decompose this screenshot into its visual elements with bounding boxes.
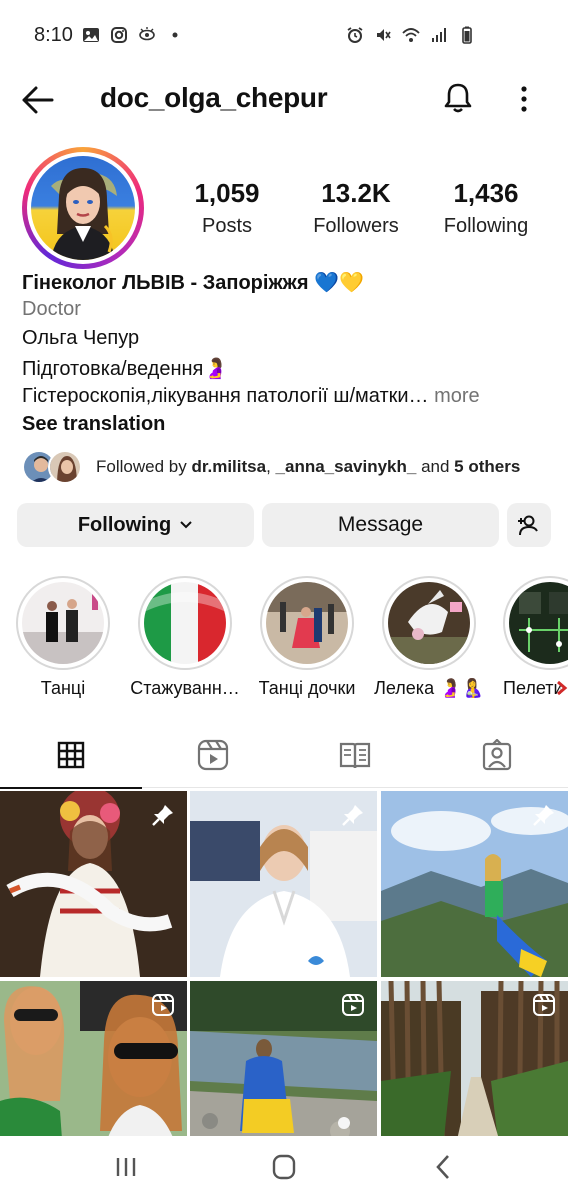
recent-apps-icon[interactable] <box>106 1152 146 1182</box>
bio-more-link[interactable]: more <box>429 385 480 407</box>
follower-avatar-2 <box>48 450 82 484</box>
followed-by-row[interactable]: Followed by dr.militsa, _anna_savinykh_ … <box>22 448 552 488</box>
grid-post-2[interactable] <box>190 791 377 977</box>
followed-by-and: and <box>416 457 455 476</box>
reel-icon <box>533 994 555 1016</box>
status-bar: 8:10 <box>0 0 568 70</box>
followed-by-text: Followed by dr.militsa, _anna_savinykh_ … <box>96 457 520 477</box>
following-button[interactable]: Following <box>17 503 254 547</box>
stat-posts[interactable]: 1,059 Posts <box>186 178 268 238</box>
instagram-icon <box>111 27 127 43</box>
reels-icon <box>197 739 229 771</box>
see-translation-link[interactable]: See translation <box>22 413 165 436</box>
bio-name: Гінеколог ЛЬВІВ - Запоріжжя 💙💛 <box>22 272 364 294</box>
back-nav-icon[interactable] <box>424 1152 464 1182</box>
highlight-label-4: Лелека 🤰🤱 <box>374 678 484 698</box>
grid-post-5[interactable] <box>190 981 377 1145</box>
profile-avatar-story-ring[interactable] <box>22 147 144 269</box>
followed-by-separator: , <box>266 457 276 476</box>
reel-icon <box>152 994 174 1016</box>
arrow-left-icon[interactable] <box>20 84 56 116</box>
pin-icon <box>533 805 554 826</box>
grid-post-1[interactable] <box>0 791 187 977</box>
bio-line-3: Гістероскопія,лікування патології ш/матк… <box>22 385 429 407</box>
posts-count: 1,059 <box>194 178 260 208</box>
suggested-users-button[interactable] <box>507 503 551 547</box>
following-label: Following <box>443 215 529 237</box>
chevron-right-icon <box>557 680 568 696</box>
image-icon <box>83 28 99 42</box>
guide-icon <box>339 742 371 769</box>
add-user-icon <box>518 515 538 536</box>
grid-post-6[interactable] <box>381 981 568 1145</box>
bio-line-2: Підготовка/ведення🤰 <box>22 358 229 380</box>
status-left-icons <box>82 26 184 44</box>
tab-posts-grid[interactable] <box>0 722 142 789</box>
profile-header: doc_olga_chepur <box>0 70 568 130</box>
alarm-icon <box>347 27 363 43</box>
highlight-label-5: Пелети <box>503 678 561 698</box>
highlight-4[interactable]: Лелека 🤰🤱 <box>374 576 484 698</box>
pin-icon <box>152 805 173 826</box>
chevron-down-icon <box>180 521 192 529</box>
status-time: 8:10 <box>34 24 73 46</box>
bell-icon[interactable] <box>440 80 476 116</box>
dot-icon <box>172 32 178 38</box>
wifi-icon <box>402 28 420 42</box>
system-navigation-bar <box>0 1136 568 1200</box>
message-button[interactable]: Message <box>262 503 499 547</box>
followed-by-prefix: Followed by <box>96 457 192 476</box>
followed-by-user-1: dr.militsa <box>191 457 267 476</box>
tab-reels[interactable] <box>142 722 284 788</box>
profile-username: doc_olga_chepur <box>100 82 328 113</box>
avatar <box>31 156 135 260</box>
tab-tagged[interactable] <box>426 722 568 788</box>
stat-followers[interactable]: 13.2K Followers <box>304 178 408 238</box>
kebab-menu-icon[interactable] <box>510 84 538 114</box>
bio-line-1: Ольга Чепур <box>22 327 140 349</box>
highlight-3[interactable]: Танці дочки <box>259 576 355 698</box>
grid-post-3[interactable] <box>381 791 568 977</box>
profile-tabs <box>0 722 568 789</box>
highlight-label-3: Танці дочки <box>258 678 356 698</box>
posts-label: Posts <box>201 215 253 237</box>
grid-icon <box>57 741 85 769</box>
stat-following[interactable]: 1,436 Following <box>436 178 536 238</box>
reel-icon <box>342 994 364 1016</box>
pin-icon <box>342 805 363 826</box>
bio-category: Doctor <box>22 298 81 320</box>
highlight-1[interactable]: Танці <box>15 576 111 698</box>
followers-label: Followers <box>313 215 399 237</box>
battery-icon <box>462 26 472 44</box>
eye-icon <box>139 27 155 41</box>
highlight-label-2: Стажуванн… <box>130 678 240 698</box>
highlight-2[interactable]: Стажуванн… <box>130 576 240 698</box>
following-count: 1,436 <box>453 178 519 208</box>
posts-grid <box>0 790 568 1145</box>
followers-count: 13.2K <box>321 178 391 208</box>
grid-post-4[interactable] <box>0 981 187 1145</box>
active-tab-indicator <box>0 787 142 789</box>
highlight-label-1: Танці <box>40 678 86 698</box>
tagged-icon <box>482 739 512 771</box>
message-button-label: Message <box>337 513 424 536</box>
followed-by-others: 5 others <box>454 457 521 476</box>
followed-by-user-2: _anna_savinykh_ <box>275 457 417 476</box>
signal-icon <box>432 28 446 42</box>
mute-icon <box>377 29 391 41</box>
home-icon[interactable] <box>264 1152 304 1182</box>
tab-guides[interactable] <box>284 722 426 788</box>
bio-line-3-wrap: Гістероскопія,лікування патології ш/матк… <box>22 385 480 408</box>
status-right-icons <box>346 26 476 44</box>
following-button-label: Following <box>77 513 172 536</box>
